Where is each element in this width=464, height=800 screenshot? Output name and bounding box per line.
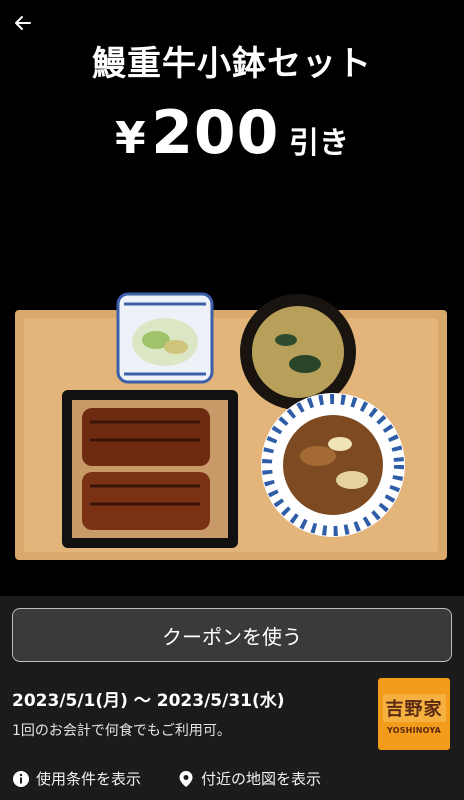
- brand-logo: 吉野家 YOSHINOYA: [378, 678, 450, 750]
- price-amount: 200: [151, 98, 280, 168]
- meal-set-photo: [15, 292, 447, 560]
- discount-price: ¥ 200 引き: [0, 98, 464, 168]
- show-terms-link[interactable]: 使用条件を表示: [12, 768, 141, 789]
- location-pin-icon: [177, 770, 195, 788]
- back-button[interactable]: [10, 10, 36, 36]
- info-icon: [12, 770, 30, 788]
- brand-logo-roman: YOSHINOYA: [387, 725, 441, 735]
- show-map-link[interactable]: 付近の地図を表示: [177, 768, 321, 789]
- price-yen-symbol: ¥: [114, 113, 146, 164]
- show-terms-label: 使用条件を表示: [36, 770, 142, 788]
- validity-period: 2023/5/1(月) 〜 2023/5/31(水): [12, 691, 285, 711]
- coupon-hero: 鰻重牛小鉢セット ¥ 200 引き: [0, 0, 464, 596]
- back-arrow-icon: [15, 16, 31, 30]
- coupon-panel: クーポンを使う 2023/5/1(月) 〜 2023/5/31(水) 1回のお会…: [0, 596, 464, 800]
- show-map-label: 付近の地図を表示: [201, 770, 322, 788]
- use-coupon-button[interactable]: クーポンを使う: [12, 608, 452, 662]
- coupon-title: 鰻重牛小鉢セット: [92, 44, 372, 84]
- brand-logo-kanji: 吉野家: [382, 693, 446, 722]
- usage-note: 1回のお会計で何食でもご利用可。: [12, 723, 231, 739]
- panel-links: 使用条件を表示 付近の地図を表示: [12, 768, 321, 789]
- price-suffix: 引き: [289, 126, 350, 161]
